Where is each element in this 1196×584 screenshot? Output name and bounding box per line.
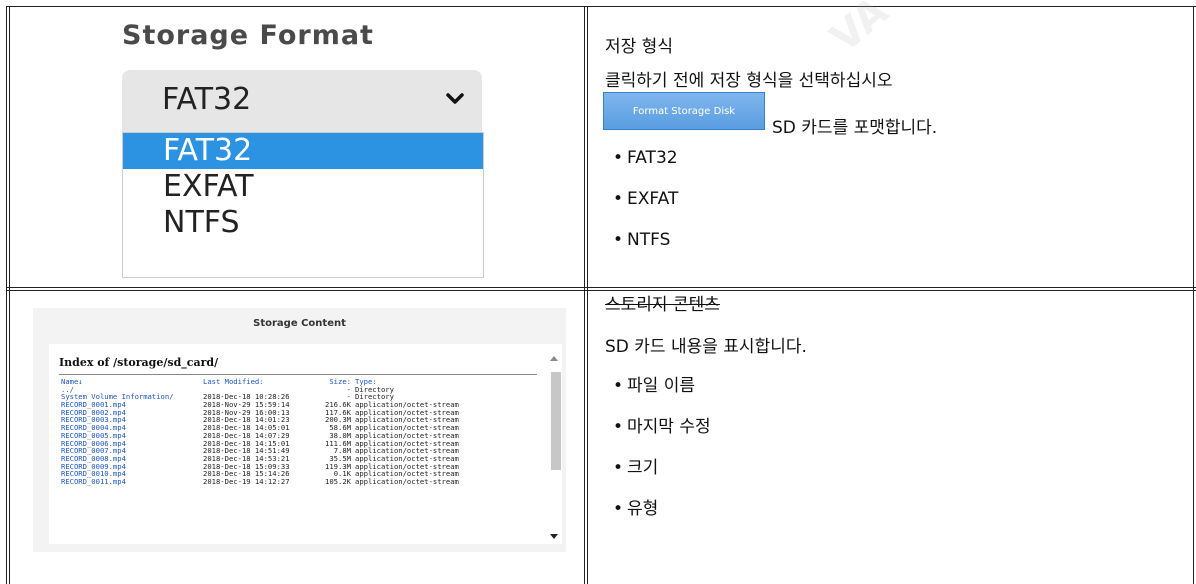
format-option-label: FAT32 — [163, 133, 253, 168]
storage-format-image: Storage Format FAT32 FAT32 EXFAT NTFS — [108, 8, 484, 278]
table-border-top — [6, 6, 1196, 7]
content-heading: 스토리지 콘텐츠 — [605, 295, 720, 315]
content-bullet: • 크기 — [613, 458, 659, 478]
format-heading: 저장 형식 — [605, 37, 673, 57]
table-border-center-2 — [587, 6, 588, 584]
format-option-label: NTFS — [163, 205, 240, 240]
file-link[interactable]: RECORD_0011.mp4 — [61, 478, 126, 486]
index-rule — [59, 374, 537, 375]
content-bullet-label: 크기 — [627, 458, 659, 478]
file-listing-frame[interactable]: Index of /storage/sd_card/ Name↓ Last Mo… — [49, 344, 562, 544]
content-bullet: • 유형 — [613, 499, 659, 519]
cell-size: - — [346, 384, 351, 394]
storage-content-image: Storage Content Index of /storage/sd_car… — [33, 308, 566, 552]
index-title: Index of /storage/sd_card/ — [59, 356, 219, 369]
format-button-desc: SD 카드를 포맷합니다. — [772, 118, 938, 138]
chevron-down-icon — [446, 93, 464, 104]
format-bullet-label: NTFS — [627, 230, 671, 250]
format-instruction: 클릭하기 전에 저장 형식을 선택하십시오 — [605, 71, 893, 91]
content-bullet-label: 유형 — [627, 499, 659, 519]
content-description: SD 카드 내용을 표시합니다. — [605, 337, 807, 357]
content-bullet-label: 파일 이름 — [627, 376, 695, 396]
format-option-ntfs[interactable]: NTFS — [123, 205, 483, 241]
table-border-left — [6, 6, 7, 584]
format-bullet: • FAT32 — [613, 148, 678, 168]
content-bullet: • 파일 이름 — [613, 376, 695, 396]
format-option-label: EXFAT — [163, 169, 254, 204]
format-bullet: • EXFAT — [613, 189, 679, 209]
scroll-up-arrow-icon[interactable] — [550, 356, 558, 361]
format-options-list: FAT32 EXFAT NTFS — [122, 132, 484, 278]
table-border-mid-2 — [6, 290, 1196, 291]
storage-format-title: Storage Format — [122, 20, 374, 51]
format-select[interactable]: FAT32 — [122, 70, 482, 132]
scrollbar[interactable] — [549, 352, 561, 539]
header-size[interactable]: Size: — [305, 378, 351, 386]
cell-modified: 2018-Dec-19 14:12:27 — [203, 476, 290, 486]
format-option-fat32[interactable]: FAT32 — [123, 133, 483, 169]
content-bullet-label: 마지막 수정 — [627, 417, 711, 437]
table-border-left-2 — [9, 6, 10, 584]
format-storage-disk-button[interactable]: Format Storage Disk — [603, 92, 765, 130]
format-select-value: FAT32 — [162, 82, 252, 117]
table-border-center — [584, 6, 585, 584]
format-bullet-label: EXFAT — [627, 189, 679, 209]
table-border-mid — [6, 287, 1196, 288]
cell-type: application/octet-stream — [355, 476, 459, 486]
scrollbar-thumb[interactable] — [551, 372, 561, 470]
table-border-right — [1193, 6, 1194, 584]
storage-content-title: Storage Content — [253, 318, 346, 329]
scroll-down-arrow-icon[interactable] — [550, 534, 558, 539]
content-bullet: • 마지막 수정 — [613, 417, 711, 437]
cell-size: 105.2K — [325, 476, 351, 486]
header-modified[interactable]: Last Modified: — [203, 378, 264, 386]
format-bullet-label: FAT32 — [627, 148, 678, 168]
format-option-exfat[interactable]: EXFAT — [123, 169, 483, 205]
format-bullet: • NTFS — [613, 230, 671, 250]
